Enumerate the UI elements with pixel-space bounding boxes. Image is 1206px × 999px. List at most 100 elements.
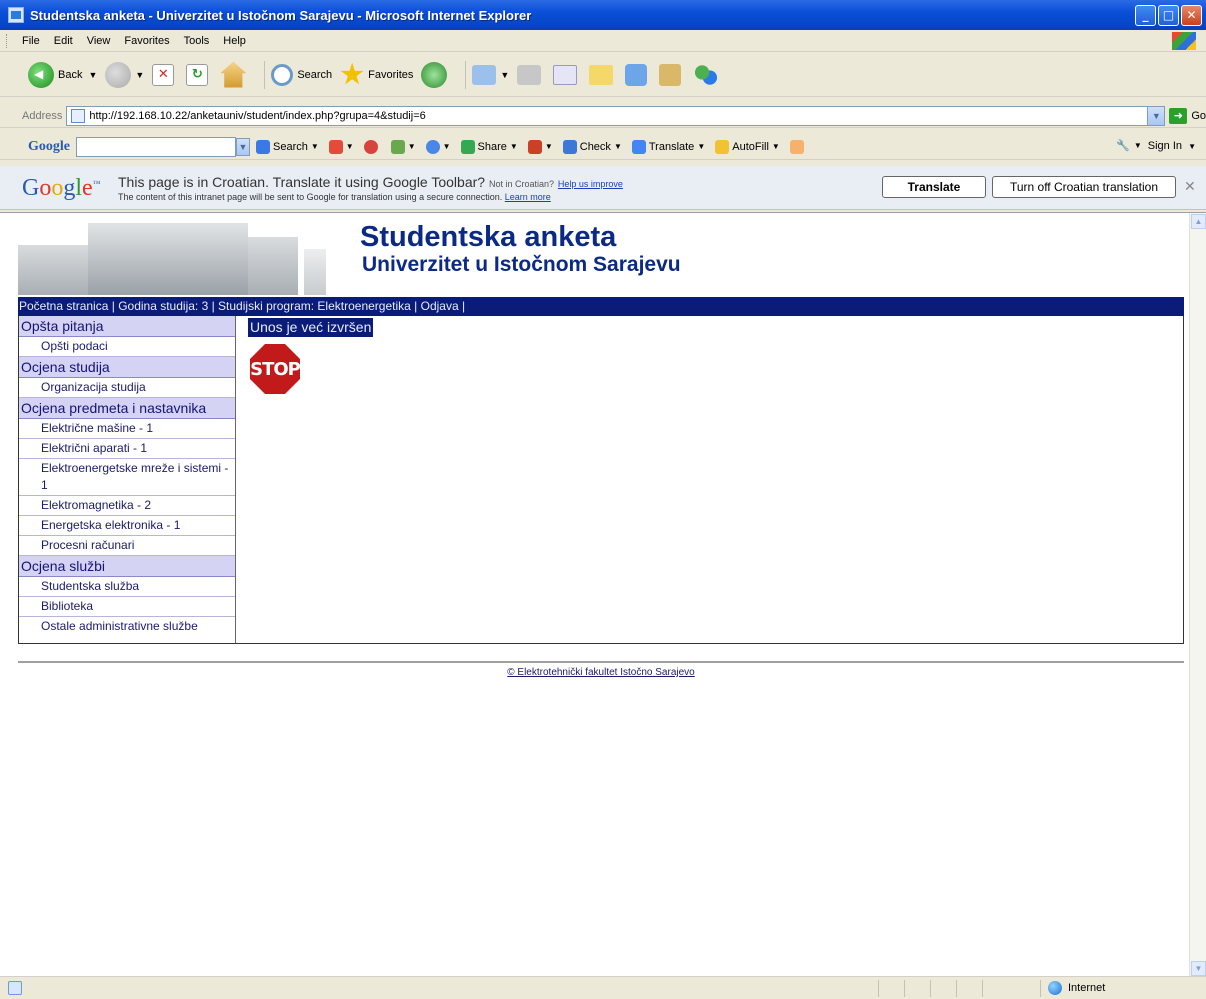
gmail-dropdown-icon[interactable]: ▼ (346, 142, 354, 151)
sidebar-item-course[interactable]: Energetska elektronika - 1 (19, 516, 235, 536)
site-subtitle: Univerzitet u Istočnom Sarajevu (362, 253, 681, 276)
highlight-button[interactable] (789, 139, 807, 154)
translate-dropdown-icon[interactable]: ▼ (697, 142, 705, 151)
gmail-button[interactable]: ▼ (328, 139, 354, 154)
settings-wrench-icon[interactable]: 🔧 (1116, 139, 1130, 152)
sidebar-item-course[interactable]: Električne mašine - 1 (19, 419, 235, 439)
sidebar-section-general: Opšta pitanja (19, 316, 235, 337)
search-label: Search (297, 68, 333, 81)
autofill-button[interactable]: AutoFill ▼ (715, 139, 780, 154)
forward-button[interactable]: ▼ (105, 61, 144, 88)
back-dropdown-icon[interactable]: ▼ (88, 70, 97, 80)
google-search-dropdown-icon[interactable]: ▼ (236, 137, 250, 156)
signin-button[interactable]: Sign In ▼ (1148, 140, 1196, 152)
sidebar-item-course[interactable]: Električni aparati - 1 (19, 439, 235, 459)
popup-dropdown-icon[interactable]: ▼ (545, 142, 553, 151)
refresh-button[interactable]: ↻ (186, 63, 212, 86)
stop-button[interactable]: ✕ (152, 63, 178, 86)
menubar-grip[interactable] (6, 33, 9, 48)
footer-divider (18, 661, 1184, 663)
bookmarks-dropdown-icon[interactable]: ▼ (408, 142, 416, 151)
menu-view[interactable]: View (80, 35, 118, 47)
mail-button[interactable]: ▼ (472, 64, 509, 85)
google-search-input[interactable] (76, 136, 236, 157)
folder-button[interactable] (589, 64, 617, 85)
home-icon (220, 61, 247, 88)
history-button[interactable] (421, 61, 451, 88)
address-bar: Address http://192.168.10.22/anketauniv/… (0, 104, 1206, 128)
translate-button[interactable]: Translate (882, 176, 986, 198)
menu-edit[interactable]: Edit (47, 35, 80, 47)
ie-app-icon[interactable] (8, 7, 24, 23)
bookmarks-icon (390, 139, 405, 154)
share-button[interactable]: Share ▼ (460, 139, 518, 154)
sidebar-item-general-data[interactable]: Opšti podaci (19, 337, 235, 357)
translate-subtext: The content of this intranet page will b… (118, 192, 551, 202)
picasa-button[interactable] (363, 139, 381, 154)
messenger-button[interactable] (625, 63, 651, 86)
check-label: Check (579, 140, 611, 153)
translate-toolbar-button[interactable]: Translate ▼ (631, 139, 705, 154)
sidebar-item-course[interactable]: Elektroenergetske mreže i sistemi - 1 (19, 459, 235, 496)
google-toolbar-right: 🔧 ▼ Sign In ▼ (1116, 139, 1196, 153)
check-dropdown-icon[interactable]: ▼ (614, 142, 622, 151)
scroll-up-icon[interactable]: ▲ (1191, 214, 1206, 229)
search-button[interactable]: Search (271, 63, 333, 86)
menu-help[interactable]: Help (216, 35, 253, 47)
sidebar-item-study-organization[interactable]: Organizacija studija (19, 378, 235, 398)
university-building-image (18, 219, 338, 295)
google-toolbar-logo[interactable]: Google (28, 139, 70, 155)
chat-button[interactable]: ▼ (425, 139, 451, 154)
vertical-scrollbar[interactable]: ▲ ▼ (1189, 213, 1206, 977)
address-dropdown-icon[interactable]: ▼ (1147, 106, 1165, 125)
menu-tools[interactable]: Tools (177, 35, 217, 47)
sidebar-item-course[interactable]: Elektromagnetika - 2 (19, 496, 235, 516)
minimize-button[interactable]: _ (1135, 4, 1156, 26)
magnifier-icon (271, 63, 294, 86)
close-icon[interactable]: ✕ (1184, 178, 1196, 195)
back-arrow-icon (28, 61, 54, 88)
bookmarks-button[interactable]: ▼ (390, 139, 416, 154)
folder-icon (589, 64, 614, 85)
maximize-button[interactable]: □ (1158, 4, 1179, 26)
research-button[interactable] (659, 63, 685, 86)
share-icon (460, 139, 475, 154)
google-search-label: Search (273, 140, 308, 153)
nav-home-link[interactable]: Početna stranica (19, 299, 108, 313)
close-button[interactable]: ✕ (1181, 4, 1202, 26)
nav-logout-link[interactable]: Odjava (421, 299, 459, 313)
popup-blocker-button[interactable]: ▼ (527, 139, 553, 154)
google-search-button[interactable]: Search ▼ (256, 139, 319, 154)
menu-file[interactable]: File (15, 35, 47, 47)
home-button[interactable] (220, 61, 250, 88)
print-button[interactable] (517, 64, 545, 85)
sidebar-item-course[interactable]: Procesni računari (19, 536, 235, 556)
go-button[interactable]: ➜ Go (1169, 107, 1206, 124)
footer-link[interactable]: © Elektrotehnički fakultet Istočno Saraj… (18, 667, 1184, 678)
chat-dropdown-icon[interactable]: ▼ (443, 142, 451, 151)
spellcheck-button[interactable]: Check ▼ (562, 139, 622, 154)
back-button[interactable]: Back ▼ (28, 61, 97, 88)
address-url[interactable]: http://192.168.10.22/anketauniv/student/… (89, 110, 425, 122)
favorites-button[interactable]: Favorites (340, 62, 413, 87)
address-input[interactable]: http://192.168.10.22/anketauniv/student/… (66, 105, 1166, 126)
help-improve-link[interactable]: Help us improve (558, 179, 623, 189)
sidebar-item-student-service[interactable]: Studentska služba (19, 577, 235, 597)
share-dropdown-icon[interactable]: ▼ (510, 142, 518, 151)
signin-label: Sign In (1147, 139, 1183, 152)
google-search-dropdown-icon[interactable]: ▼ (311, 142, 319, 151)
scroll-down-icon[interactable]: ▼ (1191, 961, 1206, 976)
mail-dropdown-icon[interactable]: ▼ (500, 70, 509, 80)
forward-dropdown-icon[interactable]: ▼ (135, 70, 144, 80)
contacts-button[interactable] (693, 61, 723, 88)
edit-button[interactable] (553, 64, 581, 85)
turn-off-translation-button[interactable]: Turn off Croatian translation (992, 176, 1176, 198)
favorites-star-icon (340, 62, 364, 85)
settings-dropdown-icon[interactable]: ▼ (1134, 141, 1142, 150)
sidebar-item-library[interactable]: Biblioteka (19, 597, 235, 617)
menu-favorites[interactable]: Favorites (117, 35, 176, 47)
autofill-dropdown-icon[interactable]: ▼ (772, 142, 780, 151)
sidebar-item-other-services[interactable]: Ostale administrativne službe (19, 617, 235, 636)
status-divider (982, 980, 983, 997)
learn-more-link[interactable]: Learn more (505, 192, 551, 202)
